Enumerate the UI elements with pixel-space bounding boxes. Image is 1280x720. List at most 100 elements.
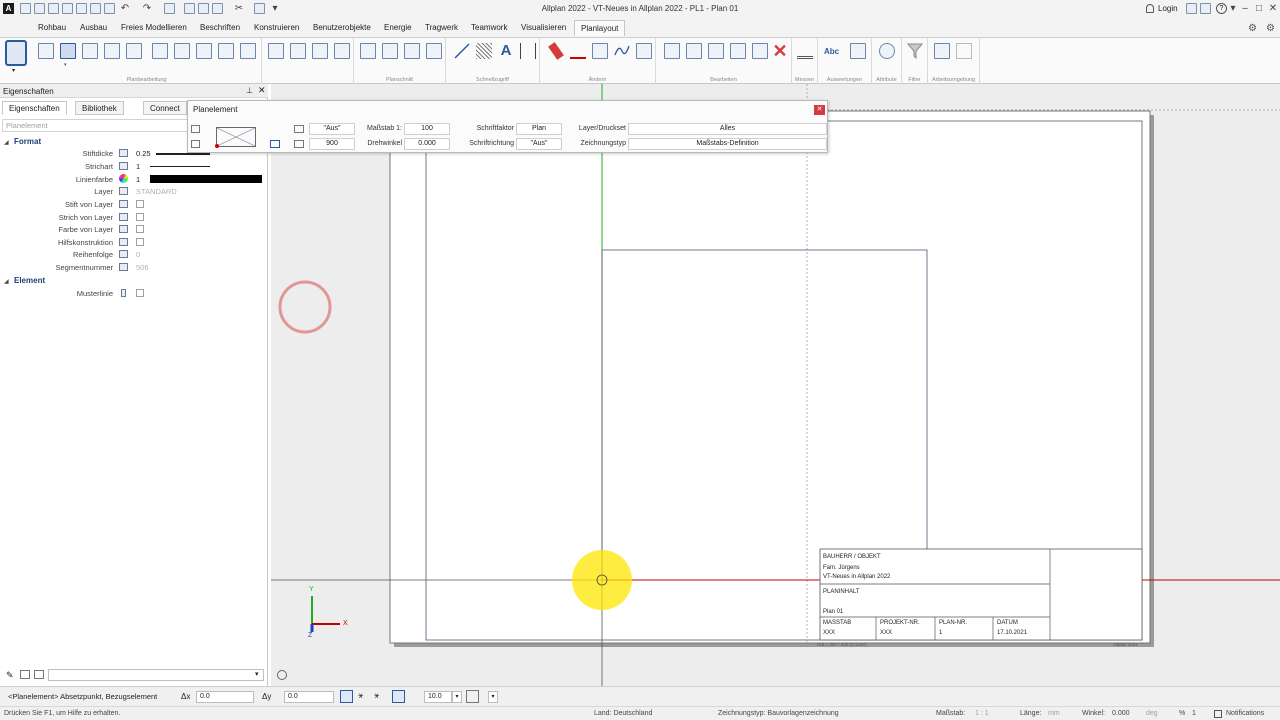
text-icon[interactable]: A	[498, 43, 514, 59]
aus-field-1[interactable]: "Aus"	[309, 123, 355, 135]
line-icon[interactable]	[454, 43, 470, 59]
section-delete-icon[interactable]	[334, 43, 350, 59]
status-percent-value[interactable]: 1	[1192, 710, 1196, 717]
schriftrichtung-input[interactable]: "Aus"	[516, 138, 562, 150]
axis-icon[interactable]	[382, 43, 398, 59]
stack-icon[interactable]	[5, 40, 27, 66]
plan-label-icon[interactable]	[104, 43, 120, 59]
plan-delete-icon[interactable]	[240, 43, 256, 59]
drehwinkel-input[interactable]: 0.000	[404, 138, 450, 150]
knife-icon[interactable]	[570, 43, 586, 59]
snap-dropdown-icon[interactable]: ▾	[452, 691, 462, 703]
prop-value-linienfarbe[interactable]: 1	[136, 175, 140, 184]
rotate-icon[interactable]	[708, 43, 724, 59]
plan-frame-icon[interactable]	[82, 43, 98, 59]
snap-point-icon[interactable]	[340, 690, 353, 703]
folder-icon-2[interactable]	[294, 140, 304, 148]
dy-input[interactable]: 0.0	[284, 691, 334, 703]
tab-freies-modellieren[interactable]: Freies Modellieren	[121, 23, 187, 32]
track-dropdown-icon[interactable]: ▾	[488, 691, 498, 703]
dimension-icon[interactable]	[520, 43, 536, 59]
status-zeichnungstyp[interactable]: Zeichnungstyp: Bauvorlagenzeichnung	[718, 710, 839, 717]
element-collapse-icon[interactable]: ◢	[4, 278, 9, 285]
tab-konstruieren[interactable]: Konstruieren	[254, 23, 299, 32]
snap-grid-icon[interactable]	[392, 690, 405, 703]
online-icon[interactable]	[1200, 3, 1211, 14]
save-favorite-icon[interactable]	[34, 670, 44, 679]
track-icon[interactable]	[466, 690, 479, 703]
plan-exchange-icon[interactable]	[174, 43, 190, 59]
plan-element-icon[interactable]	[60, 43, 76, 59]
plan-window-icon[interactable]	[152, 43, 168, 59]
mirror-icon[interactable]	[730, 43, 746, 59]
stift-von-layer-checkbox[interactable]	[136, 200, 144, 208]
delete-icon[interactable]: ✕	[772, 42, 788, 60]
move-element-icon[interactable]	[686, 43, 702, 59]
load-favorite-icon[interactable]	[20, 670, 30, 679]
prop-value-stiftdicke[interactable]: 0.25	[136, 149, 151, 158]
plan-copy-icon[interactable]	[126, 43, 142, 59]
settings-more-icon[interactable]: ⚙	[1266, 23, 1275, 34]
stretch-icon[interactable]	[592, 43, 608, 59]
new-plan-icon[interactable]	[38, 43, 54, 59]
tab-bibliothek[interactable]: Bibliothek	[75, 101, 124, 115]
prop-value-layer[interactable]: STANDARD	[136, 187, 177, 196]
snap-mid-icon[interactable]: ⚹	[358, 690, 363, 701]
prop-value-reihenfolge[interactable]: 0	[136, 250, 140, 259]
snap-value-input[interactable]: 10.0	[424, 691, 452, 703]
section-edit-icon[interactable]	[290, 43, 306, 59]
dialog-load-icon[interactable]	[191, 140, 200, 148]
zeichnungstyp-input[interactable]: Maßstabs-Definition	[628, 138, 827, 150]
prop-value-segmentnummer[interactable]: 506	[136, 263, 149, 272]
status-land[interactable]: Land: Deutschland	[594, 710, 652, 717]
tab-visualisieren[interactable]: Visualisieren	[521, 23, 566, 32]
scale-icon[interactable]	[752, 43, 768, 59]
wall-icon[interactable]	[636, 43, 652, 59]
status-laenge-value[interactable]: mm	[1048, 710, 1060, 717]
minimize-icon[interactable]: –	[1238, 3, 1252, 15]
attribute-icon[interactable]	[879, 43, 895, 59]
section-move-icon[interactable]	[312, 43, 328, 59]
hilfskonstruktion-checkbox[interactable]	[136, 238, 144, 246]
settings-icon[interactable]: ⚙	[1248, 23, 1257, 34]
layer-druckset-input[interactable]: Alles	[628, 123, 827, 135]
dx-input[interactable]: 0.0	[196, 691, 254, 703]
pin-icon[interactable]: ⊥	[246, 86, 253, 95]
tab-eigenschaften[interactable]: Eigenschaften	[2, 101, 67, 115]
report-icon[interactable]	[850, 43, 866, 59]
curve-icon[interactable]	[614, 43, 630, 59]
status-winkel-value[interactable]: 0.000	[1112, 710, 1130, 717]
tab-benutzerobjekte[interactable]: Benutzerobjekte	[313, 23, 371, 32]
tab-teamwork[interactable]: Teamwork	[471, 23, 507, 32]
connect-icon[interactable]	[1186, 3, 1197, 14]
tab-connect[interactable]: Connect	[143, 101, 187, 115]
tab-planlayout[interactable]: Planlayout	[574, 20, 626, 36]
favorite-dropdown-icon[interactable]: ▾	[255, 670, 259, 678]
hatch-icon[interactable]	[476, 43, 492, 59]
eyedropper-icon[interactable]: ✎	[6, 670, 14, 681]
farbe-von-layer-checkbox[interactable]	[136, 225, 144, 233]
tab-tragwerk[interactable]: Tragwerk	[425, 23, 458, 32]
measure-icon[interactable]	[797, 43, 813, 59]
copy-icon[interactable]	[664, 43, 680, 59]
stack-arrow-icon[interactable]: ▾	[12, 67, 15, 74]
snap-node-icon[interactable]: ⚹	[374, 690, 379, 701]
dialog-open-icon[interactable]	[191, 125, 200, 133]
abc-icon[interactable]: Abc	[824, 47, 839, 56]
schriftfaktor-input[interactable]: Plan	[516, 123, 562, 135]
tab-energie[interactable]: Energie	[384, 23, 412, 32]
clip-icon[interactable]	[404, 43, 420, 59]
dialog-close-icon[interactable]: ✕	[814, 105, 825, 115]
folder-icon-1[interactable]	[294, 125, 304, 133]
reference-icon[interactable]	[270, 140, 280, 148]
plan-update-icon[interactable]	[218, 43, 234, 59]
status-massstab-value[interactable]: 1 : 1	[975, 710, 989, 717]
planbearbeitung-arrow-icon[interactable]: ▾	[64, 62, 67, 68]
drawing-canvas[interactable]: BAUHERR / OBJEKT Fam. Jürgens VT-Neues i…	[271, 84, 1280, 686]
move-icon[interactable]	[360, 43, 376, 59]
navigation-icon[interactable]	[277, 670, 287, 680]
prop-value-strichart[interactable]: 1	[136, 162, 140, 171]
plan-preview-icon[interactable]	[216, 127, 256, 147]
tab-rohbau[interactable]: Rohbau	[38, 23, 66, 32]
funnel-icon[interactable]	[907, 43, 923, 59]
